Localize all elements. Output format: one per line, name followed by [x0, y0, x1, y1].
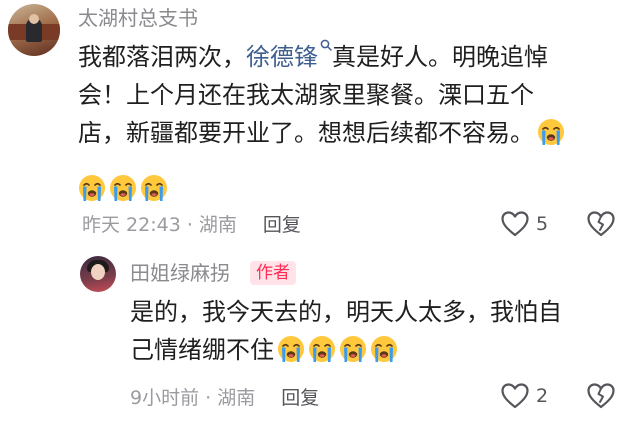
broken-heart-icon — [587, 383, 615, 409]
magnifier-icon — [320, 39, 332, 51]
comment-text-line: 我都落泪两次，徐德锋 真是好人。明晚追悼 — [78, 38, 548, 76]
comment-text-segment: 真是好人。明晚追悼 — [332, 43, 548, 71]
crying-face-icon — [537, 118, 565, 146]
dislike-button[interactable] — [586, 382, 616, 414]
comment-text-line: 店，新疆都要开业了。想想后续都不容易。 — [78, 114, 565, 152]
time-location: 9小时前 · 湖南 — [130, 387, 256, 409]
comment-text-segment: 己情绪绷不住 — [130, 336, 274, 364]
crying-face-icon — [78, 174, 106, 202]
reply-button[interactable]: 回复 — [281, 387, 319, 409]
heart-icon — [501, 383, 529, 409]
crying-face-icon — [339, 335, 367, 363]
comment-text-segment: 店，新疆都要开业了。想想后续都不容易。 — [78, 119, 534, 147]
author-badge: 作者 — [250, 261, 296, 285]
like-button[interactable]: 5 — [500, 210, 548, 238]
broken-heart-icon — [587, 211, 615, 237]
time-location: 昨天 22:43 · 湖南 — [82, 214, 237, 236]
comment-meta: 9小时前 · 湖南 回复 — [130, 386, 319, 410]
avatar-face — [29, 14, 39, 24]
mention-name: 徐德锋 — [246, 43, 318, 71]
avatar[interactable] — [8, 4, 60, 56]
comment-meta: 昨天 22:43 · 湖南 回复 — [82, 213, 301, 237]
comment-username[interactable]: 田姐绿麻拐 — [130, 261, 230, 285]
reply-button[interactable]: 回复 — [263, 214, 301, 236]
crying-face-icon — [370, 335, 398, 363]
comment-text-line: 是的，我今天去的，明天人太多，我怕自 — [130, 298, 562, 326]
like-count: 5 — [536, 213, 549, 235]
crying-face-icon — [140, 174, 168, 202]
comment-text-line: 会！上个月还在我太湖家里聚餐。溧口五个 — [78, 81, 534, 109]
like-button[interactable]: 2 — [500, 382, 548, 410]
heart-icon — [501, 211, 529, 237]
crying-face-icon — [277, 335, 305, 363]
like-count: 2 — [536, 385, 549, 407]
avatar[interactable] — [80, 256, 116, 292]
dislike-button[interactable] — [586, 210, 616, 242]
crying-face-icon — [308, 335, 336, 363]
crying-face-icon — [109, 174, 137, 202]
avatar-face — [91, 264, 105, 280]
comment-text-line: 己情绪绷不住 — [130, 331, 398, 369]
comment-username[interactable]: 太湖村总支书 — [78, 6, 198, 30]
mention-link[interactable]: 徐德锋 — [246, 39, 332, 71]
comment-emoji-line — [78, 170, 168, 208]
comment-text-segment: 我都落泪两次， — [78, 43, 246, 71]
comment-thread: 太湖村总支书 我都落泪两次，徐德锋 真是好人。明晚追悼 会！上个月还在我太湖家里聚… — [0, 0, 640, 424]
